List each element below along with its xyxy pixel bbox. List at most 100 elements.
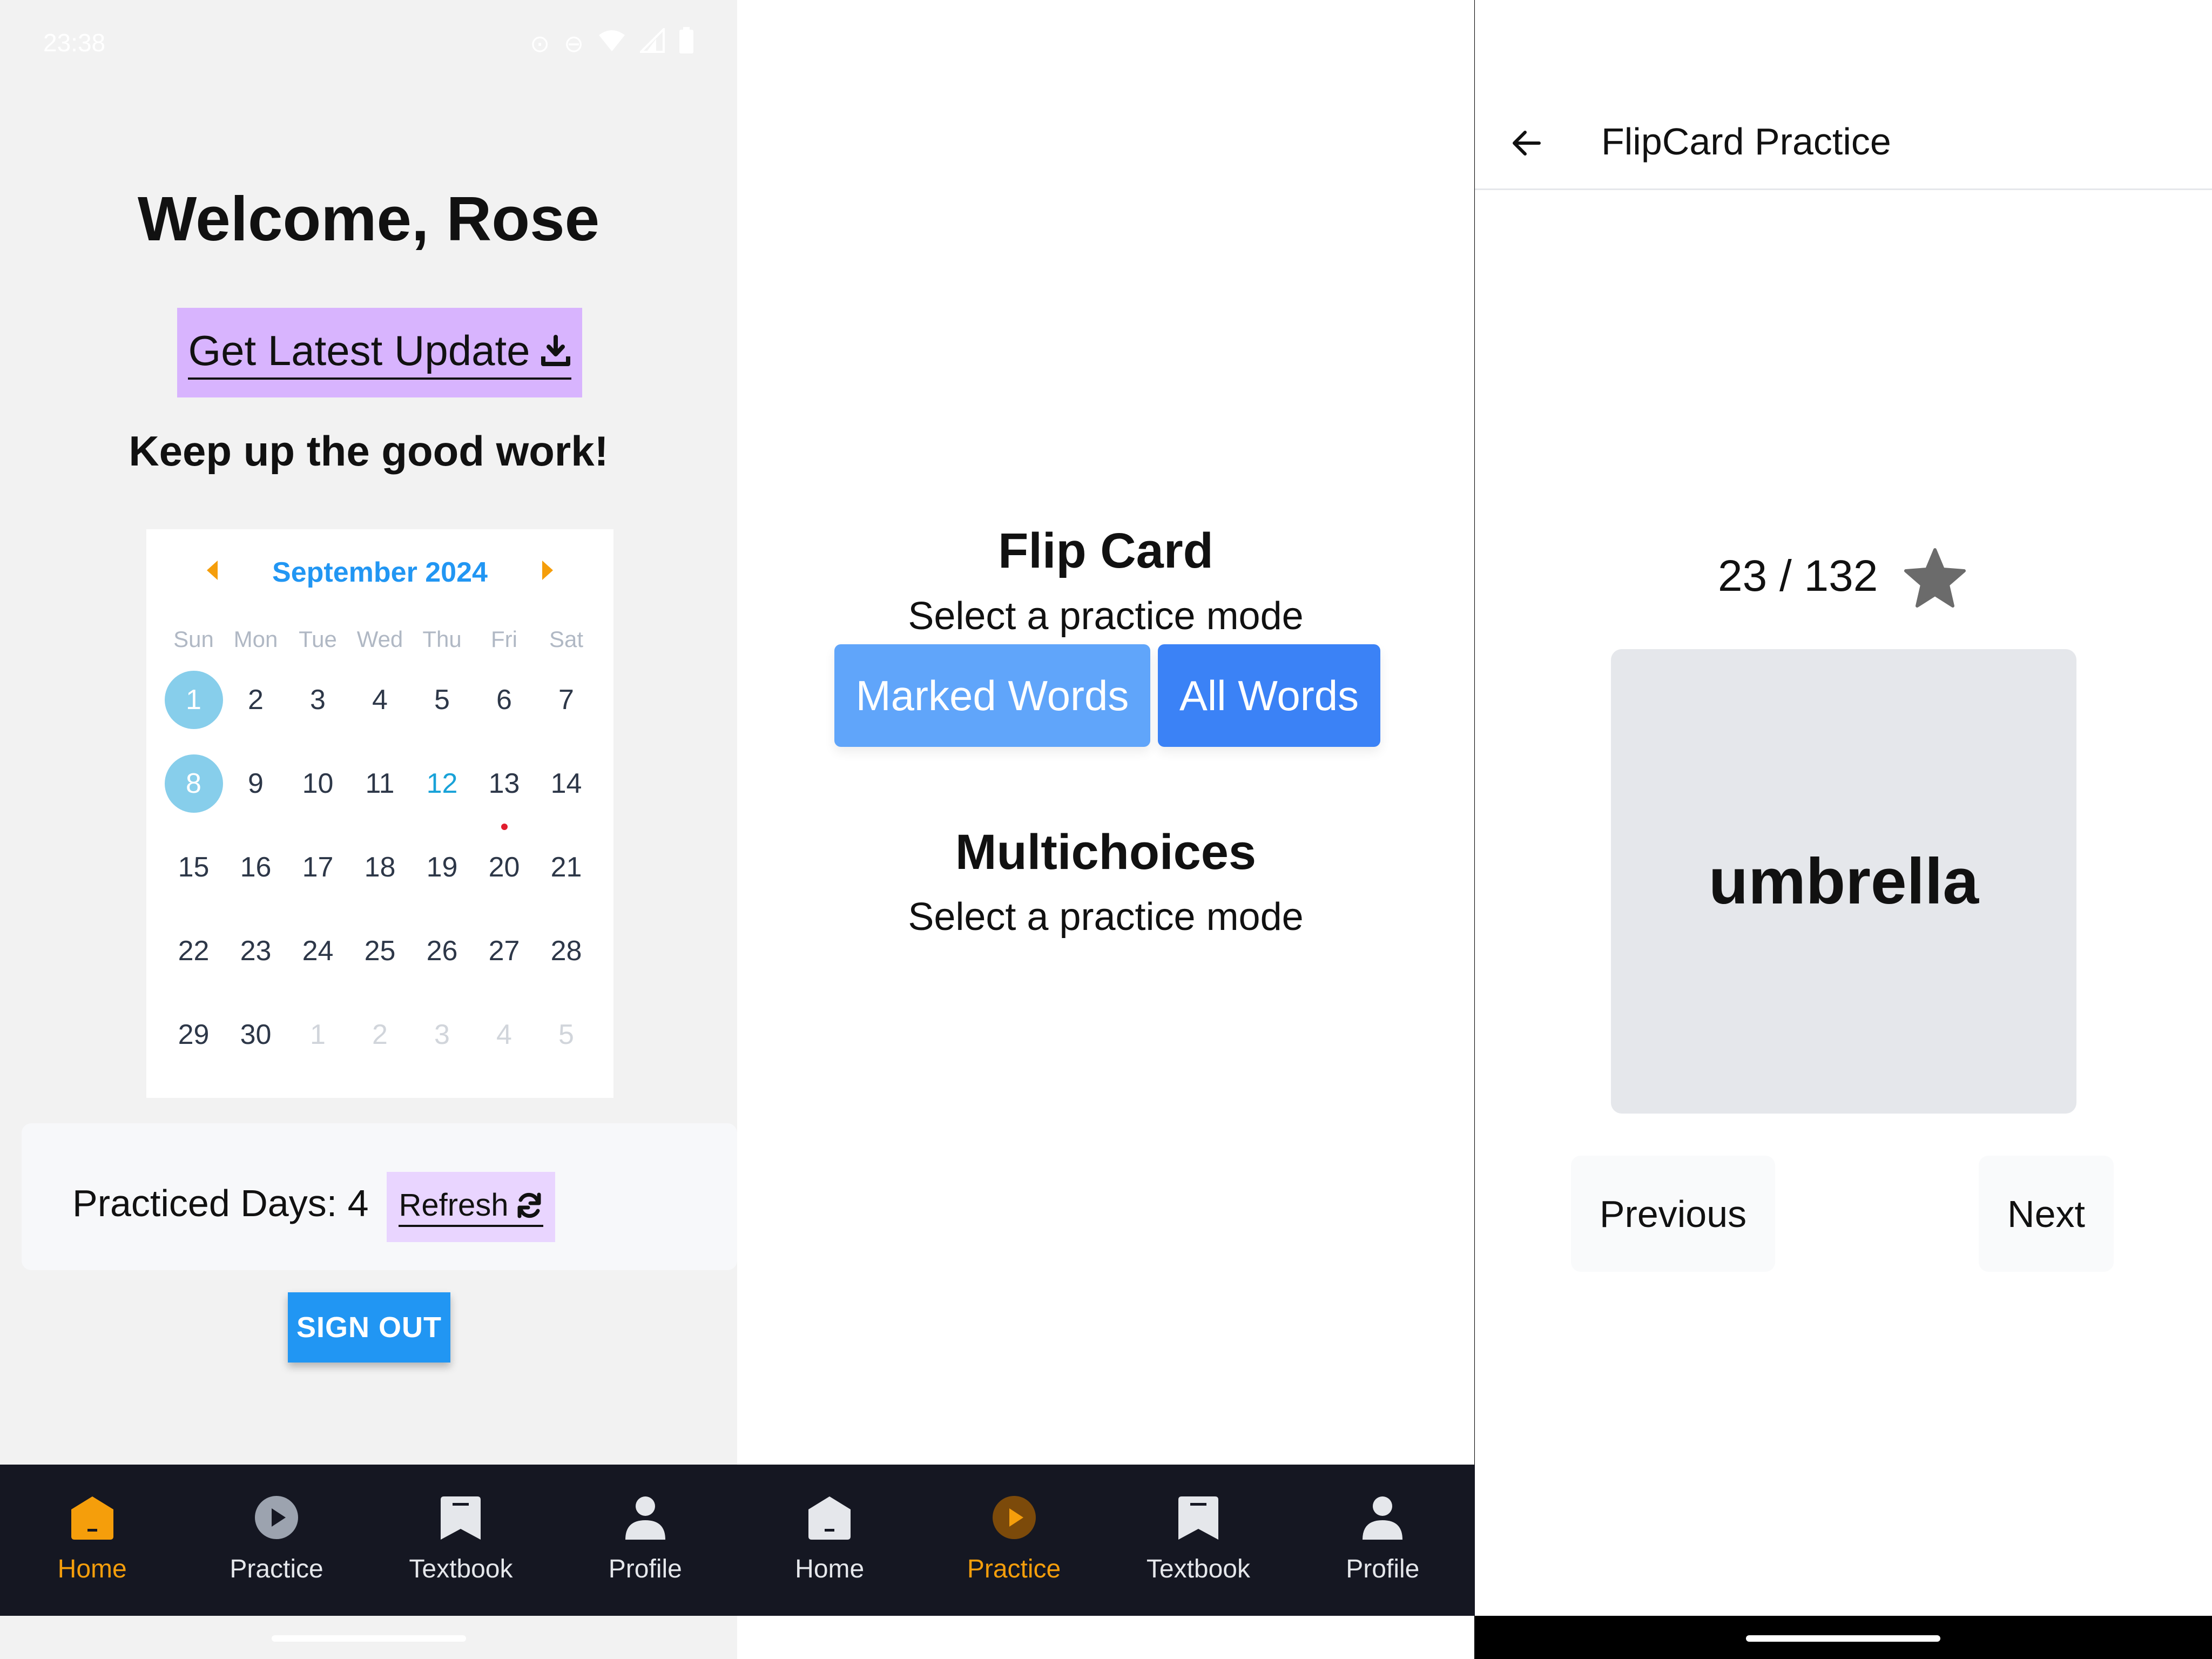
calendar-day[interactable]: 7 [535,671,597,754]
marked-words-button[interactable]: Marked Words [834,644,1150,747]
nav-practice-label: Practice [230,1555,323,1583]
calendar-day[interactable]: 14 [535,754,597,838]
app-bar: FlipCard Practice [1475,97,2212,190]
nav-profile[interactable]: Profile [1291,1465,1475,1616]
nav-textbook[interactable]: Textbook [369,1465,553,1616]
calendar-day[interactable]: 5 [411,671,473,754]
gesture-handle[interactable] [1746,1635,1940,1642]
weekday-label: Wed [356,626,403,652]
calendar-day[interactable]: 9 [225,754,287,838]
calendar-day[interactable]: 24 [287,922,349,1006]
calendar-day-number: 29 [178,1019,210,1050]
back-arrow-icon[interactable] [1502,119,1550,167]
weekday-label: Sat [549,626,584,652]
sign-out-button[interactable]: SIGN OUT [288,1292,450,1363]
person-icon [621,1493,670,1542]
calendar-day[interactable]: 30 [225,1006,287,1089]
practiced-days-label: Practiced Days: 4 [72,1182,369,1224]
nav-profile[interactable]: Profile [553,1465,737,1616]
calendar-day[interactable]: 13 [473,754,535,838]
nav-practice[interactable]: Practice [922,1465,1106,1616]
calendar-day[interactable]: 4 [349,671,411,754]
calendar-day[interactable]: 21 [535,838,597,922]
calendar-month-title: September 2024 [272,557,488,588]
calendar-day-number: 24 [302,935,334,967]
calendar-day[interactable]: 17 [287,838,349,922]
calendar-day-number: 18 [364,852,396,883]
previous-button[interactable]: Previous [1571,1156,1775,1272]
calendar-day[interactable]: 29 [163,1006,225,1089]
gesture-handle[interactable] [272,1635,466,1642]
calendar-day[interactable]: 20 [473,838,535,922]
welcome-heading: Welcome, Rose [137,184,600,254]
calendar-day-number: 5 [434,684,450,716]
flip-card-word: umbrella [1708,845,1979,918]
calendar-day-number: 1 [164,671,223,729]
weekday-label: Sun [173,626,214,652]
gesture-handle[interactable] [1009,1635,1203,1642]
event-dot [501,824,508,830]
calendar-day[interactable]: 6 [473,671,535,754]
bookmark-icon [436,1493,485,1542]
calendar-day-number: 28 [550,935,582,967]
alarm-icon: ⊙ [530,31,550,57]
nav-practice[interactable]: Practice [184,1465,368,1616]
encouragement-text: Keep up the good work! [129,427,609,475]
calendar-day[interactable]: 25 [349,922,411,1006]
calendar-day[interactable]: 12 [411,754,473,838]
calendar-day-number: 13 [488,768,520,799]
calendar-day-number: 10 [302,768,334,799]
calendar-day[interactable]: 5 [535,1006,597,1089]
refresh-button-label: Refresh [399,1188,509,1223]
play-icon [989,1493,1039,1542]
refresh-icon [517,1192,541,1218]
calendar-day[interactable]: 16 [225,838,287,922]
multichoices-title[interactable]: Multichoices [737,824,1474,881]
calendar-day[interactable]: 10 [287,754,349,838]
calendar-day[interactable]: 19 [411,838,473,922]
all-words-button[interactable]: All Words [1158,644,1380,747]
practiced-days-card: Practiced Days: 4 Refresh [22,1123,737,1270]
calendar-day-number: 4 [372,684,388,716]
calendar-day[interactable]: 23 [225,922,287,1006]
nav-textbook[interactable]: Textbook [1106,1465,1290,1616]
next-month-icon[interactable] [542,561,553,580]
weekday-label: Thu [422,626,462,652]
home-icon [805,1493,854,1542]
flip-card[interactable]: umbrella [1611,649,2076,1114]
calendar-day-number: 5 [558,1019,574,1050]
calendar-day[interactable]: 3 [287,671,349,754]
calendar-day-number: 19 [426,852,458,883]
calendar-day[interactable]: 1 [163,671,225,754]
calendar-day[interactable]: 4 [473,1006,535,1089]
calendar-day[interactable]: 11 [349,754,411,838]
calendar-day[interactable]: 26 [411,922,473,1006]
next-button[interactable]: Next [1979,1156,2114,1272]
flip-card-mode-buttons: Marked Words All Words [834,644,1380,747]
calendar-day[interactable]: 28 [535,922,597,1006]
calendar-day[interactable]: 8 [163,754,225,838]
star-icon[interactable] [1903,547,1967,611]
wifi-icon [598,29,626,60]
calendar-day[interactable]: 15 [163,838,225,922]
calendar-day-number: 17 [302,852,334,883]
signal-icon [638,26,665,60]
person-icon [1358,1493,1407,1542]
refresh-button[interactable]: Refresh [387,1172,555,1242]
nav-practice-label: Practice [967,1555,1061,1583]
calendar-day[interactable]: 1 [287,1006,349,1089]
calendar-day[interactable]: 2 [349,1006,411,1089]
nav-home[interactable]: Home [0,1465,184,1616]
card-counter: 23 / 132 [1718,551,1878,601]
calendar-day-number: 8 [164,754,223,813]
calendar-day[interactable]: 2 [225,671,287,754]
get-latest-update-button[interactable]: Get Latest Update [177,308,582,397]
calendar-day[interactable]: 27 [473,922,535,1006]
calendar-day-number: 12 [426,768,458,799]
calendar-day[interactable]: 18 [349,838,411,922]
calendar-day[interactable]: 22 [163,922,225,1006]
calendar-day[interactable]: 3 [411,1006,473,1089]
nav-profile-label: Profile [608,1555,682,1583]
nav-home[interactable]: Home [738,1465,922,1616]
calendar-day-number: 1 [310,1019,326,1050]
